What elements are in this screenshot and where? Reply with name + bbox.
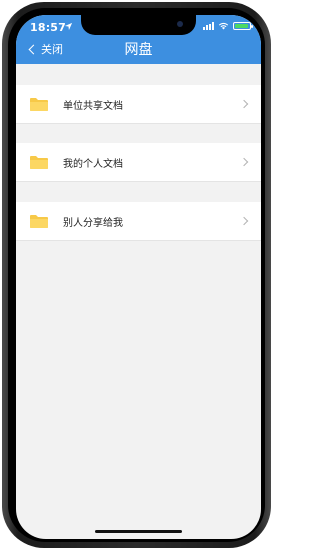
chevron-right-icon bbox=[239, 99, 249, 109]
list-item-unit-shared[interactable]: 单位共享文档 bbox=[16, 85, 261, 124]
list-item-shared-with-me[interactable]: 别人分享给我 bbox=[16, 202, 261, 241]
list-item-label: 我的个人文档 bbox=[63, 159, 123, 170]
folder-icon bbox=[30, 215, 48, 228]
cellular-signal-icon bbox=[203, 22, 214, 30]
chevron-right-icon bbox=[239, 157, 249, 167]
phone-frame: 18:57 关闭 网盘 单位共享文档 我的个人文档 别人分享给我 bbox=[2, 2, 271, 548]
screen: 18:57 关闭 网盘 单位共享文档 我的个人文档 别人分享给我 bbox=[16, 15, 261, 539]
page-title: 网盘 bbox=[124, 42, 153, 58]
front-camera-icon bbox=[177, 21, 183, 27]
list-item-label: 单位共享文档 bbox=[63, 101, 123, 112]
home-indicator[interactable] bbox=[95, 530, 182, 533]
list-item-label: 别人分享给我 bbox=[63, 218, 123, 229]
list-item-my-personal[interactable]: 我的个人文档 bbox=[16, 143, 261, 182]
folder-icon bbox=[30, 156, 48, 169]
folder-icon bbox=[30, 98, 48, 111]
location-arrow-icon bbox=[64, 22, 73, 31]
status-icons bbox=[203, 22, 253, 30]
status-time: 18:57 bbox=[30, 21, 67, 34]
battery-icon bbox=[233, 22, 253, 30]
notch bbox=[81, 15, 196, 35]
wifi-icon bbox=[218, 22, 229, 30]
chevron-right-icon bbox=[239, 216, 249, 226]
